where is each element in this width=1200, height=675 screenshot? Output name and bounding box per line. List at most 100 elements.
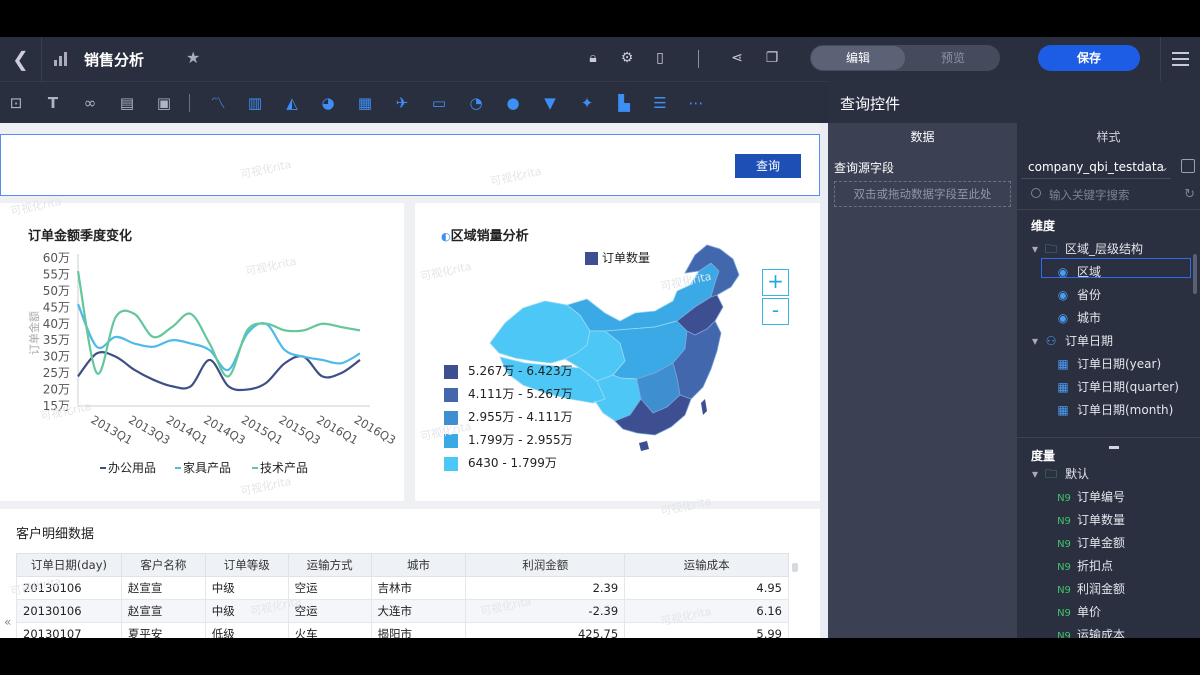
column-header[interactable]: 城市 (370, 553, 467, 577)
hamburger-menu-icon[interactable] (1160, 37, 1200, 81)
star-icon[interactable]: ★ (186, 48, 200, 67)
copy-icon[interactable]: ❐ (764, 50, 780, 66)
map-range-item[interactable]: 1.799万 - 2.955万 (444, 432, 573, 455)
measure-field[interactable]: N9 运输成本 (1055, 624, 1125, 638)
dataset-name: company_qbi_testdata (1028, 160, 1164, 174)
customer-detail-card[interactable]: 客户明细数据 订单日期(day) 客户名称 订单等级 运输方式 城市 利润金额 运输成本 2… (0, 509, 820, 638)
share-icon[interactable]: ⋖ (729, 50, 745, 66)
legend-item[interactable]: 办公用品 (108, 460, 156, 475)
line-chart-card[interactable]: 订单金额季度变化 60万 55万 50万 45万 40万 35万 30万 25万 20万 15万订… (0, 203, 404, 501)
map-zoom-in-button[interactable]: + (762, 269, 789, 296)
column-header[interactable]: 利润金额 (465, 553, 626, 577)
app-window: ❮ 销售分析 ★ 🔒︎ ⚙ ▯ ⋖ ❐ 编辑 预览 保存 ⊡ T ∞ ▤ ▣ 〽… (0, 37, 1200, 638)
map-range-item[interactable]: 6430 - 1.799万 (444, 455, 573, 478)
query-card[interactable]: 查询 (0, 134, 820, 196)
measures-folder[interactable]: ▾ 🗀 默认 (1031, 463, 1089, 485)
lock-icon[interactable]: 🔒︎ (585, 50, 601, 66)
gear-icon[interactable]: ⚙ (619, 50, 635, 66)
table-header-row: 订单日期(day) 客户名称 订单等级 运输方式 城市 利润金额 运输成本 (16, 553, 789, 577)
query-button[interactable]: 查询 (735, 154, 801, 178)
dimension-field[interactable]: ▾ ⚇ 订单日期 (1031, 330, 1113, 352)
caret-down-icon: ▾ (1031, 242, 1039, 256)
dimension-field[interactable]: ▦ 订单日期(year) (1055, 353, 1161, 375)
field-search-input[interactable]: 输入关键字搜索 ↻ (1021, 183, 1197, 207)
link-icon[interactable]: ∞ (80, 93, 100, 113)
column-header[interactable]: 客户名称 (120, 553, 206, 577)
measure-field[interactable]: N9 利润金额 (1055, 578, 1125, 600)
funnel-chart-icon[interactable]: ▼ (540, 93, 560, 113)
query-control-icon[interactable]: ⊡ (6, 93, 26, 113)
area-chart-icon[interactable]: ◭ (282, 93, 302, 113)
map-chart-icon[interactable]: ✈ (392, 93, 412, 113)
map-range-item[interactable]: 5.267万 - 6.423万 (444, 363, 573, 386)
table-row[interactable]: 20130106 赵宣宣 中级 空运 大连市 -2.39 6.16 (16, 599, 789, 623)
pie-chart-icon[interactable]: ◕ (318, 93, 338, 113)
table-cell: -2.39 (465, 599, 626, 623)
table-chart-icon[interactable]: ▦ (355, 93, 375, 113)
y-axis-label: 订单金额 (27, 311, 41, 355)
dataset-select[interactable]: company_qbi_testdata ⌄ (1021, 155, 1171, 179)
bar-chart-icon[interactable]: ▥ (245, 93, 265, 113)
kpi-card-icon[interactable]: ▭ (429, 93, 449, 113)
map-range-item[interactable]: 4.111万 - 5.267万 (444, 386, 573, 409)
tab-component-icon[interactable]: ▤ (117, 93, 137, 113)
refresh-icon[interactable]: ↻ (1184, 183, 1195, 207)
dimension-field[interactable]: ▦ 订单日期(quarter) (1055, 376, 1179, 398)
measure-field[interactable]: N9 订单数量 (1055, 509, 1125, 531)
x-tick-label: 2014Q1 (164, 412, 211, 447)
preview-mode-button[interactable]: 预览 (906, 46, 1000, 70)
measure-field-label: 订单编号 (1077, 490, 1126, 504)
back-arrow-icon[interactable]: ❮ (0, 37, 42, 81)
dimension-field-label: 区域_层级结构 (1065, 242, 1144, 256)
measure-field[interactable]: N9 折扣点 (1055, 555, 1113, 577)
flow-chart-icon[interactable]: ⋯ (686, 93, 706, 113)
tab-data[interactable]: 数据 (828, 123, 1017, 151)
gauge-chart-icon[interactable]: ◔ (466, 93, 486, 113)
table-scrollbar[interactable] (792, 553, 798, 638)
panel-title: 查询控件 (840, 95, 901, 113)
legend-item[interactable]: 技术产品 (260, 461, 308, 475)
ranking-list-icon[interactable]: ☰ (650, 93, 670, 113)
measure-field[interactable]: N9 单价 (1055, 601, 1101, 623)
treemap-icon[interactable]: ▙ (614, 93, 634, 113)
table-row[interactable]: 20130107 夏平安 低级 火车 揭阳市 425.75 5.99 (16, 622, 789, 638)
dimension-field[interactable]: ▦ 订单日期(month) (1055, 399, 1173, 421)
line-chart-icon[interactable]: 〽 (208, 93, 228, 113)
table-row[interactable]: 20130106 赵宣宣 中级 空运 吉林市 2.39 4.95 (16, 576, 789, 600)
legend-item[interactable]: 家具产品 (183, 460, 231, 475)
save-button[interactable]: 保存 (1038, 45, 1140, 71)
column-header[interactable]: 运输成本 (624, 553, 789, 577)
field-list-scrollbar[interactable] (1193, 254, 1197, 294)
bubble-chart-icon[interactable]: ● (503, 93, 523, 113)
edit-mode-button[interactable]: 编辑 (811, 46, 905, 70)
dimension-field[interactable]: ◉ 区域 (1055, 261, 1101, 283)
dimension-field[interactable]: ◉ 省份 (1055, 284, 1101, 306)
measure-field[interactable]: N9 订单编号 (1055, 486, 1125, 508)
dimension-field[interactable]: ◉ 城市 (1055, 307, 1101, 329)
folder-icon: 🗀 (1044, 467, 1057, 481)
measure-field[interactable]: N9 订单金额 (1055, 532, 1125, 554)
field-drop-zone[interactable]: 双击或拖动数据字段至此处 (834, 181, 1011, 207)
document-settings-icon[interactable]: ▯ (652, 50, 668, 66)
x-tick-label: 2015Q3 (277, 412, 324, 447)
map-zoom-out-button[interactable]: - (762, 298, 789, 325)
edit-dataset-icon[interactable] (1181, 159, 1195, 173)
page-title: 销售分析 (84, 51, 145, 69)
image-icon[interactable]: ▣ (154, 93, 174, 113)
table-cell: 中级 (204, 599, 289, 623)
collapse-panel-icon[interactable]: « (4, 615, 11, 629)
column-header[interactable]: 运输方式 (287, 553, 372, 577)
column-header[interactable]: 订单日期(day) (16, 553, 122, 577)
series-line-1[interactable] (77, 351, 361, 392)
tab-style[interactable]: 样式 (1017, 123, 1200, 151)
radar-chart-icon[interactable]: ✦ (577, 93, 597, 113)
table-cell: 火车 (287, 622, 372, 638)
dimension-field[interactable]: ▾ 🗀 区域_层级结构 (1031, 238, 1143, 260)
map-chart-card[interactable]: ◐区域销量分析 订单数量 + - 5.267万 - 6.423万 4.111万 -… (415, 203, 820, 501)
caret-down-icon: ▾ (1031, 334, 1039, 348)
dimension-field-label: 城市 (1077, 311, 1102, 325)
map-range-item[interactable]: 2.955万 - 4.111万 (444, 409, 573, 432)
collapse-measures-icon[interactable] (1109, 446, 1119, 449)
text-icon[interactable]: T (43, 93, 63, 113)
column-header[interactable]: 订单等级 (204, 553, 289, 577)
